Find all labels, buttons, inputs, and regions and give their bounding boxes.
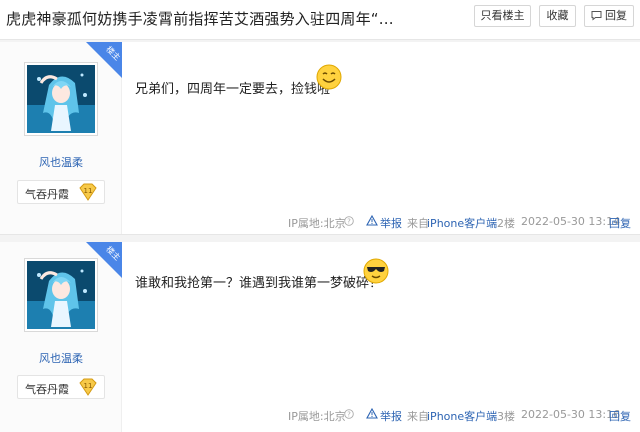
level-number: 11 [84,187,93,195]
svg-text:?: ? [347,411,351,419]
warning-triangle-icon[interactable] [366,214,378,229]
reply-bubble-icon [591,8,602,28]
smile-emoji-icon [316,64,342,93]
thread-title: 虎虎神豪孤何妨携手凌霄前指挥苦艾酒强势入驻四周年“... [6,10,394,28]
favorite-button[interactable]: 收藏 [539,5,576,27]
level-name: 气吞丹霞 [25,188,69,201]
author-panel: 楼主 风也温柔 气吞丹霞 11 [0,242,122,432]
level-badge[interactable]: 气吞丹霞 11 [17,180,105,204]
post-time: 2022-05-30 13:16 [521,408,621,421]
ip-location: IP属地:北京 [288,217,346,230]
reply-link[interactable]: 回复 [609,408,631,424]
level-number: 11 [84,382,93,390]
level-gem-icon: 11 [78,378,98,399]
help-circle-icon[interactable]: ? [344,409,354,422]
only-op-button[interactable]: 只看楼主 [474,5,531,27]
from-label: 来自 [407,217,429,230]
client-link[interactable]: iPhone客户端 [427,408,497,424]
warning-triangle-icon[interactable] [366,407,378,422]
level-badge[interactable]: 气吞丹霞 11 [17,375,105,399]
post-time: 2022-05-30 13:14 [521,215,621,228]
svg-text:?: ? [347,218,351,226]
avatar[interactable] [24,258,98,332]
reply-button-label: 回复 [605,9,627,22]
level-name: 气吞丹霞 [25,383,69,396]
help-circle-icon[interactable]: ? [344,216,354,229]
cool-emoji-icon [363,258,389,287]
report-link[interactable]: 举报 [380,215,402,231]
post: 楼主 风也温柔 气吞丹霞 11 [0,42,640,235]
thread-header: 虎虎神豪孤何妨携手凌霄前指挥苦艾酒强势入驻四周年“... 只看楼主 收藏 回复 [0,0,640,40]
floor-number: 3楼 [497,410,515,423]
report-link[interactable]: 举报 [380,408,402,424]
client-link[interactable]: iPhone客户端 [427,215,497,231]
post-content: 谁敢和我抢第一？谁遇到我谁第一梦破碎！ [135,276,383,291]
post: 楼主 风也温柔 气吞丹霞 11 [0,242,640,432]
username-link[interactable]: 风也温柔 [0,154,122,170]
level-gem-icon: 11 [78,183,98,204]
avatar[interactable] [24,62,98,136]
username-link[interactable]: 风也温柔 [0,350,122,366]
from-label: 来自 [407,410,429,423]
reply-link[interactable]: 回复 [609,215,631,231]
post-content: 兄弟们，四周年一定要去，捡钱啦 [135,82,331,97]
reply-button[interactable]: 回复 [584,5,634,27]
ip-location: IP属地:北京 [288,410,346,423]
floor-number: 2楼 [497,217,515,230]
author-panel: 楼主 风也温柔 气吞丹霞 11 [0,42,122,234]
